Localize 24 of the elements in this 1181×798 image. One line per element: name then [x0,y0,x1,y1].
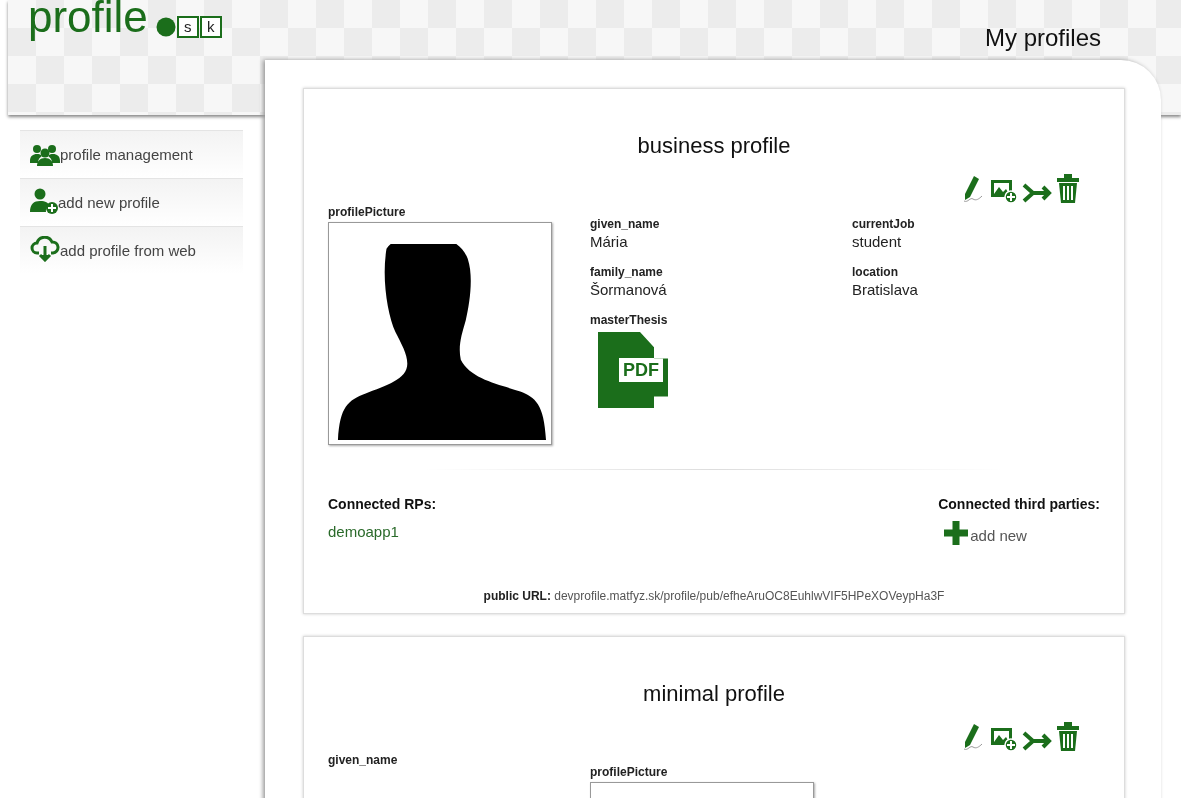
field-label: family_name [590,264,664,280]
field-value: student [852,232,903,252]
field-value: Mária [590,232,629,252]
field-label: masterThesis [590,312,669,328]
profile-title: minimal profile [642,680,786,708]
pdf-file-icon[interactable]: PDF [598,332,668,408]
field-value: Bratislava [852,280,919,300]
profile-title: business profile [636,132,792,160]
field-label: profilePicture [590,764,669,780]
section-label: Connected third parties: [938,495,1100,514]
field-label: profilePicture [328,204,407,220]
page-title: My profiles [984,23,1101,53]
field-label: given_name [590,216,661,232]
logo-letter-tile: s [176,16,199,38]
section-label: Connected RPs: [328,495,437,514]
rp-link[interactable]: demoapp1 [328,521,437,544]
logo-letter-tile: k [199,16,222,38]
add-new-link[interactable]: add new [970,524,1027,547]
public-url: public URL: devprofile.matfyz.sk/profile/pub/efheAruOC8EuhlwVIF5HPeXOVeypHa3F [482,588,946,605]
field-value: Šormanová [590,280,668,300]
field-label: location [852,264,899,280]
field-label: currentJob [852,216,916,232]
field-label: given_name [328,752,399,768]
logo-word: profile [28,0,148,40]
